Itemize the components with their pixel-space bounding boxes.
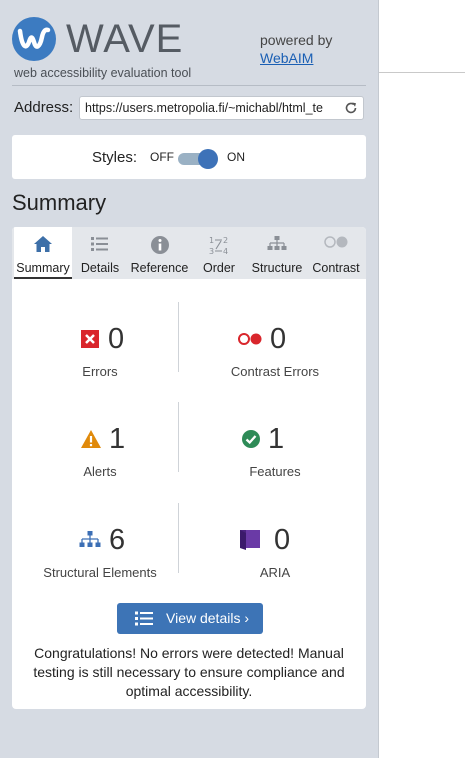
contrast-error-icon — [237, 332, 263, 351]
congrats-message: Congratulations! No errors were detected… — [33, 645, 345, 699]
tab-summary[interactable]: Summary — [14, 227, 72, 279]
brand-divider — [12, 85, 366, 86]
tab-contrast[interactable]: Contrast — [308, 227, 364, 279]
tab-structure[interactable]: Structure — [247, 227, 307, 279]
tab-summary-label: Summary — [16, 261, 70, 275]
address-value[interactable]: https://users.metropolia.fi/~michabl/htm… — [85, 101, 335, 115]
stat-structural-line: 6 — [15, 523, 185, 557]
tab-reference-label: Reference — [130, 261, 189, 275]
stat-alerts-line: 1 — [15, 422, 185, 456]
tab-reference[interactable]: Reference — [128, 227, 191, 279]
tab-contrast-label: Contrast — [312, 261, 360, 275]
contrast-errors-count: 0 — [270, 323, 287, 355]
svg-text:4: 4 — [223, 247, 228, 255]
structural-count: 6 — [109, 524, 126, 556]
aria-icon — [238, 527, 262, 556]
errors-label: Errors — [82, 364, 118, 379]
stat-contrast-errors-line: 0 — [190, 322, 360, 356]
contrast-errors-label: Contrast Errors — [230, 364, 320, 379]
list-icon — [90, 235, 110, 256]
alerts-count: 1 — [109, 423, 126, 455]
error-icon — [80, 329, 100, 354]
tab-order-label: Order — [203, 261, 235, 275]
features-count: 1 — [268, 423, 285, 455]
powered-by-text: powered by — [260, 32, 333, 48]
svg-text:1: 1 — [209, 236, 214, 245]
webaim-link[interactable]: WebAIM — [260, 49, 332, 67]
address-input[interactable]: https://users.metropolia.fi/~michabl/htm… — [79, 96, 364, 120]
svg-text:3: 3 — [209, 247, 214, 255]
wave-logo-icon — [12, 17, 56, 61]
structural-label: Structural Elements — [43, 565, 157, 580]
list-icon — [135, 611, 153, 629]
contrast-icon — [323, 235, 349, 252]
app-tagline: web accessibility evaluation tool — [14, 66, 192, 80]
tab-details-label: Details — [80, 261, 120, 275]
app-title: WAVE — [66, 17, 184, 61]
features-label: Features — [249, 464, 301, 479]
aria-count: 0 — [274, 524, 291, 556]
toggle-knob[interactable] — [198, 149, 218, 169]
view-details-button[interactable]: View details › — [117, 603, 263, 634]
stat-aria-line: 0 — [190, 523, 360, 557]
order-icon: 1 2 3 4 — [208, 235, 230, 258]
styles-toggle-row: Styles: OFF ON — [12, 135, 366, 179]
summary-heading: Summary — [12, 190, 107, 215]
home-icon — [33, 235, 53, 256]
address-row: Address: https://users.metropolia.fi/~mi… — [14, 96, 366, 120]
feature-check-icon — [241, 429, 261, 454]
styles-off-label: OFF — [150, 150, 174, 164]
tab-structure-label: Structure — [251, 261, 303, 275]
alert-icon — [80, 429, 102, 454]
powered-by: powered by WebAIM — [260, 31, 332, 67]
wave-sidebar: WAVE web accessibility evaluation tool p… — [0, 0, 378, 758]
wave-brand: WAVE web accessibility evaluation tool p… — [12, 17, 366, 83]
structure-icon — [266, 235, 288, 256]
tab-order[interactable]: 1 2 3 4 Order — [192, 227, 246, 279]
reload-icon[interactable] — [344, 101, 358, 119]
styles-toggle[interactable] — [178, 149, 218, 169]
structure-icon — [78, 530, 102, 555]
styles-on-label: ON — [227, 150, 245, 164]
tab-details[interactable]: Details — [73, 227, 127, 279]
info-icon — [150, 235, 170, 258]
summary-panel: Summary Details Reference 1 2 3 4 Order … — [12, 227, 366, 709]
svg-text:2: 2 — [223, 236, 228, 245]
page-preview-area — [378, 0, 465, 758]
panel-tabs: Summary Details Reference 1 2 3 4 Order … — [12, 227, 366, 279]
stat-features-line: 1 — [190, 422, 360, 456]
alerts-label: Alerts — [83, 464, 117, 479]
stat-errors-line: 0 — [15, 322, 185, 356]
errors-count: 0 — [108, 323, 125, 355]
address-label: Address: — [14, 99, 74, 116]
page-header-divider — [379, 72, 465, 73]
styles-label: Styles: — [92, 149, 138, 166]
aria-label: ARIA — [259, 565, 291, 580]
view-details-label: View details › — [166, 610, 250, 626]
